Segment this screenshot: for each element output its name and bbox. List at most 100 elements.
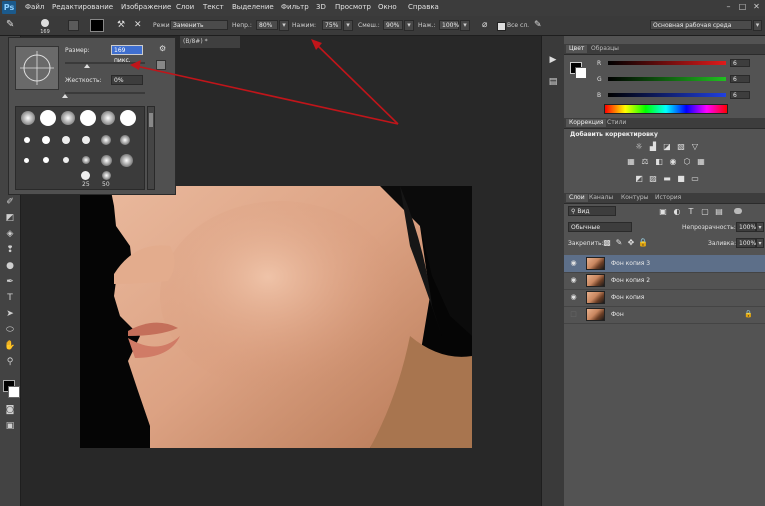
filter-adjustment-icon[interactable]: ◐ — [672, 207, 682, 216]
red-value[interactable]: 6 — [730, 59, 750, 67]
photo-filter-icon[interactable]: ◉ — [668, 157, 678, 166]
invert-icon[interactable]: ◩ — [634, 174, 644, 183]
tab-adjustments[interactable]: Коррекция — [566, 119, 607, 127]
pressure-size-icon[interactable]: ✎ — [534, 20, 545, 31]
close-icon[interactable]: ✕ — [752, 2, 761, 12]
lock-position-icon[interactable]: ✥ — [626, 238, 636, 247]
red-slider[interactable] — [608, 61, 726, 65]
brush-panel-toggle-icon[interactable] — [68, 20, 79, 31]
soft-brush-preset[interactable] — [101, 155, 112, 166]
soft-brush-preset[interactable] — [101, 111, 115, 125]
tab-swatches[interactable]: Образцы — [588, 45, 622, 53]
small-brush-preset[interactable] — [24, 137, 30, 143]
layer-opacity-field[interactable]: 100% — [736, 222, 756, 232]
eye-icon[interactable]: ◉ — [569, 259, 578, 268]
blue-value[interactable]: 6 — [730, 91, 750, 99]
opacity-field[interactable]: 80% — [256, 20, 278, 30]
lock-all-icon[interactable]: 🔒 — [638, 238, 648, 247]
hardness-slider-track[interactable] — [65, 92, 145, 94]
blend-mode-select[interactable]: Обычные — [568, 222, 632, 232]
menu-filter[interactable]: Фильтр — [281, 3, 309, 11]
eye-icon[interactable]: ◉ — [569, 276, 578, 285]
minimize-icon[interactable]: – — [724, 2, 733, 12]
menu-3d[interactable]: 3D — [316, 3, 326, 11]
fill-field[interactable]: 100% — [736, 238, 756, 248]
filter-pixel-icon[interactable]: ▣ — [658, 207, 668, 216]
small-brush-preset[interactable] — [42, 136, 50, 144]
history-icon[interactable]: ▤ — [547, 76, 559, 88]
visibility-toggle[interactable]: □ — [569, 310, 578, 319]
brush-preset-picker[interactable]: 169 — [38, 18, 52, 35]
soft-brush-preset[interactable] — [21, 111, 35, 125]
eraser-tool-icon[interactable]: ◩ — [4, 212, 16, 224]
background-color-swatch[interactable] — [575, 67, 587, 79]
color-balance-icon[interactable]: ⚖ — [640, 157, 650, 166]
channel-mixer-icon[interactable]: ⬡ — [682, 157, 692, 166]
tab-styles[interactable]: Стили — [604, 119, 629, 127]
small-brush-preset[interactable] — [24, 158, 29, 163]
pressure-dropdown[interactable]: ▾ — [460, 20, 470, 31]
tab-paths[interactable]: Контуры — [618, 194, 651, 202]
layer-row[interactable]: ◉ Фон копия 3 — [564, 255, 765, 273]
maximize-icon[interactable]: □ — [738, 2, 747, 12]
document-photo[interactable] — [80, 186, 472, 448]
layer-opacity-dropdown[interactable]: ▾ — [756, 222, 764, 232]
gradient-map-icon[interactable]: ▭ — [690, 174, 700, 183]
small-brush-preset[interactable] — [81, 171, 90, 180]
menu-image[interactable]: Изображение — [121, 3, 171, 11]
filter-toggle[interactable] — [734, 208, 742, 214]
green-value[interactable]: 6 — [730, 75, 750, 83]
tab-layers[interactable]: Слои — [566, 194, 588, 202]
sample-options-icon[interactable]: ✕ — [134, 20, 145, 31]
color-lookup-icon[interactable]: ▦ — [696, 157, 706, 166]
green-slider[interactable] — [608, 77, 726, 81]
brush-preset-grid[interactable]: 25 50 — [15, 106, 145, 190]
soft-brush-preset[interactable] — [120, 154, 133, 167]
layer-name[interactable]: Фон — [611, 311, 624, 318]
menu-edit[interactable]: Редактирование — [52, 3, 113, 11]
brightness-icon[interactable]: ☼ — [634, 142, 644, 151]
exposure-icon[interactable]: ▧ — [676, 142, 686, 151]
zoom-tool-icon[interactable]: ⚲ — [4, 356, 16, 368]
soft-brush-preset[interactable] — [61, 111, 75, 125]
layer-name[interactable]: Фон копия 2 — [611, 277, 650, 284]
opacity-dropdown[interactable]: ▾ — [279, 20, 289, 31]
flow-dropdown[interactable]: ▾ — [343, 20, 353, 31]
layer-name[interactable]: Фон копия — [611, 294, 644, 301]
small-brush-preset[interactable] — [82, 136, 90, 144]
brush-options-icon[interactable]: ⚒ — [117, 20, 128, 31]
small-brush-preset[interactable] — [62, 136, 70, 144]
tab-color[interactable]: Цвет — [566, 45, 588, 53]
workspace-dropdown[interactable]: ▾ — [753, 20, 762, 31]
small-brush-preset[interactable] — [43, 157, 49, 163]
mix-field[interactable]: 90% — [383, 20, 403, 30]
small-brush-preset[interactable] — [63, 157, 69, 163]
threshold-icon[interactable]: ▬ — [662, 174, 672, 183]
black-white-icon[interactable]: ◧ — [654, 157, 664, 166]
paint-bucket-tool-icon[interactable]: ◈ — [4, 228, 16, 240]
layer-name[interactable]: Фон копия 3 — [611, 260, 650, 267]
layer-filter-select[interactable]: ⚲ Вид — [568, 206, 616, 216]
size-slider-thumb[interactable] — [84, 64, 91, 68]
workspace-select[interactable]: Основная рабочая среда — [650, 20, 752, 30]
hard-brush-preset[interactable] — [80, 110, 96, 126]
menu-layers[interactable]: Слои — [176, 3, 194, 11]
menu-view[interactable]: Просмотр — [335, 3, 371, 11]
quick-mask-icon[interactable]: ◙ — [4, 404, 16, 416]
ellipse-tool-icon[interactable]: ⬭ — [4, 324, 16, 336]
menu-help[interactable]: Справка — [408, 3, 439, 11]
hand-tool-icon[interactable]: ✋ — [4, 340, 16, 352]
airbrush-icon[interactable]: ⌀ — [482, 20, 493, 31]
posterize-icon[interactable]: ▨ — [648, 174, 658, 183]
brush-tool-icon[interactable]: ✎ — [6, 19, 22, 31]
mode-select[interactable]: Заменить — [170, 20, 228, 30]
soft-brush-preset[interactable] — [82, 156, 90, 164]
fill-dropdown[interactable]: ▾ — [756, 238, 764, 248]
curves-icon[interactable]: ◪ — [662, 142, 672, 151]
background-color-swatch[interactable] — [8, 386, 20, 398]
tab-history[interactable]: История — [652, 194, 684, 202]
preset-scrollbar[interactable] — [147, 106, 155, 190]
filter-smart-icon[interactable]: ▤ — [714, 207, 724, 216]
gear-icon[interactable]: ⚙ — [159, 44, 169, 54]
color-spectrum-bar[interactable] — [604, 104, 728, 114]
